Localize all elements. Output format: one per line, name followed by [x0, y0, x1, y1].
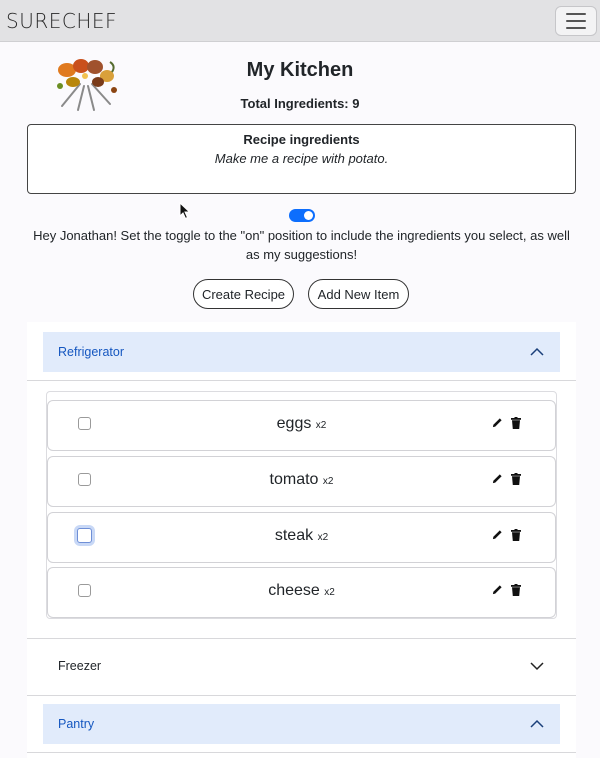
section-label-refrigerator: Refrigerator	[58, 345, 124, 359]
page-title: My Kitchen	[246, 59, 354, 81]
section-label-freezer: Freezer	[58, 659, 102, 673]
divider	[27, 752, 576, 753]
recipe-ingredients-box[interactable]: Recipe ingredients Make me a recipe with…	[27, 124, 576, 194]
toggle-knob	[304, 211, 313, 220]
pencil-icon[interactable]	[492, 529, 503, 540]
chevron-up-icon	[530, 719, 544, 728]
helper-text: Hey Jonathan! Set the toggle to the "on"…	[33, 228, 570, 262]
item-qty: x2	[315, 420, 327, 431]
divider	[27, 695, 576, 696]
item-name: eggs	[276, 415, 312, 432]
trash-icon[interactable]	[511, 417, 521, 429]
chevron-up-icon	[530, 347, 544, 356]
item-name: tomato	[269, 471, 319, 488]
list-item[interactable]: eggs x2	[47, 400, 556, 451]
section-header-pantry[interactable]: Pantry	[43, 704, 560, 744]
divider	[27, 380, 576, 381]
kitchen-accordion: Refrigerator eggs x2 tomato x2 steak x2 …	[27, 322, 576, 758]
list-item[interactable]: cheese x2	[47, 567, 556, 618]
section-header-freezer[interactable]: Freezer	[43, 646, 560, 686]
item-name: cheese	[268, 582, 320, 599]
trash-icon[interactable]	[511, 473, 521, 485]
list-item[interactable]: tomato x2	[47, 456, 556, 507]
item-name-wrapper: cheese x2	[48, 582, 555, 600]
item-name: steak	[274, 527, 314, 544]
chevron-down-icon	[530, 662, 544, 671]
brand-logo-text[interactable]: SURECHEF	[6, 9, 117, 33]
hamburger-menu-icon[interactable]	[555, 6, 597, 36]
divider	[27, 638, 576, 639]
pencil-icon[interactable]	[492, 584, 503, 595]
item-qty: x2	[324, 587, 335, 598]
pencil-icon[interactable]	[492, 417, 503, 428]
item-qty: x2	[317, 532, 329, 543]
recipe-box-text: Make me a recipe with potato.	[214, 151, 389, 166]
total-ingredients: Total Ingredients: 9	[240, 96, 360, 111]
add-new-item-button[interactable]: Add New Item	[308, 279, 409, 309]
item-name-wrapper: eggs x2	[48, 415, 555, 433]
list-item[interactable]: steak x2	[47, 512, 556, 563]
mouse-cursor-icon	[179, 202, 191, 220]
recipe-box-title: Recipe ingredients	[243, 132, 360, 147]
pencil-icon[interactable]	[492, 473, 503, 484]
section-header-refrigerator[interactable]: Refrigerator	[43, 332, 560, 372]
create-recipe-button[interactable]: Create Recipe	[193, 279, 294, 309]
trash-icon[interactable]	[511, 584, 521, 596]
item-name-wrapper: steak x2	[48, 527, 555, 545]
item-name-wrapper: tomato x2	[48, 471, 555, 489]
trash-icon[interactable]	[511, 529, 521, 541]
navbar: SURECHEF	[0, 0, 600, 42]
section-label-pantry: Pantry	[58, 717, 95, 731]
item-qty: x2	[322, 476, 334, 487]
include-suggestions-toggle[interactable]	[289, 209, 315, 222]
